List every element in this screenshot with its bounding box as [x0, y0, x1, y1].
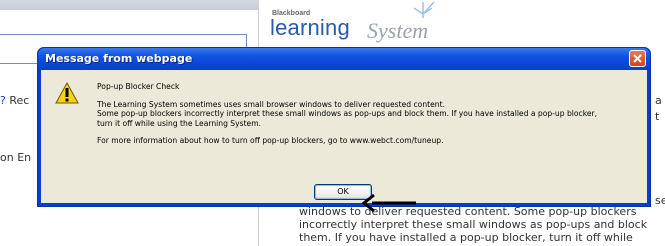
- message-dialog: Message from webpage Pop-up Blocker Chec…: [37, 47, 651, 207]
- background-help-text: ? Rec: [0, 94, 29, 107]
- dialog-body: Pop-up Blocker Check The Learning System…: [41, 70, 647, 203]
- background-paragraph-line: them. If you have installed a pop-up blo…: [299, 231, 633, 244]
- message-line: turn it off while using the Learning Sys…: [97, 118, 262, 128]
- left-arrow-icon: [361, 193, 416, 213]
- background-cutoff-t: t: [655, 110, 660, 123]
- message-line: Some pop-up blockers incorrectly interpr…: [97, 109, 598, 118]
- help-text: Rec: [5, 94, 30, 107]
- logo-system: System: [367, 18, 429, 43]
- warning-icon: [55, 82, 79, 104]
- background-top-bar: [0, 0, 258, 10]
- background-env-text: on En: [0, 151, 32, 164]
- dialog-titlebar[interactable]: Message from webpage: [38, 48, 650, 70]
- logo-star-icon: [413, 1, 435, 18]
- close-button[interactable]: [629, 50, 646, 67]
- background-paragraph: windows to deliver requested content. So…: [299, 205, 665, 244]
- dialog-message: Pop-up Blocker Check The Learning System…: [97, 82, 647, 146]
- message-heading: Pop-up Blocker Check: [97, 82, 180, 91]
- close-icon: [633, 54, 642, 63]
- background-paragraph-line: incorrectly interpret these small window…: [299, 218, 648, 231]
- background-cutoff-a: a: [655, 94, 662, 107]
- message-info-line: For more information about how to turn o…: [97, 136, 444, 145]
- message-line: The Learning System sometimes uses small…: [97, 99, 445, 109]
- dialog-title: Message from webpage: [45, 52, 193, 65]
- logo-learning: learning: [270, 15, 350, 40]
